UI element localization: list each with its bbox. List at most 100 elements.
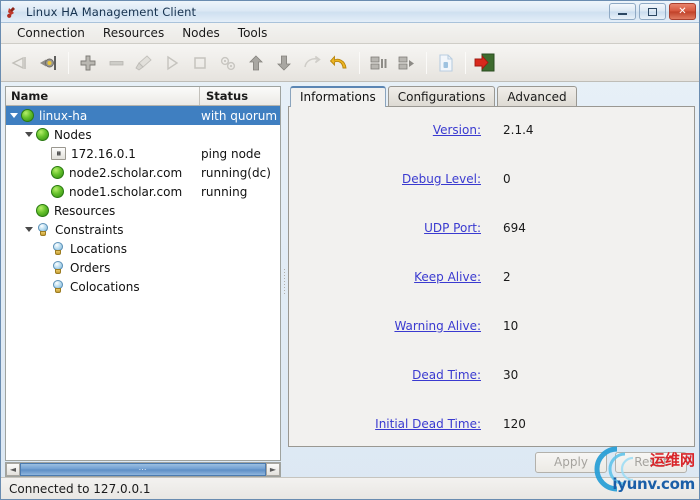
- menu-tools[interactable]: Tools: [230, 24, 276, 42]
- menu-connection[interactable]: Connection: [9, 24, 93, 42]
- remove-icon[interactable]: [102, 49, 130, 77]
- app-icon: [6, 5, 20, 19]
- scroll-thumb[interactable]: ⋯: [20, 463, 266, 476]
- close-button[interactable]: ✕: [669, 3, 696, 20]
- connect-icon[interactable]: [7, 49, 35, 77]
- tab-advanced[interactable]: Advanced: [497, 86, 577, 107]
- start-play-icon[interactable]: [158, 49, 186, 77]
- exit-door-icon[interactable]: [471, 49, 499, 77]
- menu-bar: Connection Resources Nodes Tools: [1, 23, 699, 44]
- cleanup-brush-icon[interactable]: [130, 49, 158, 77]
- close-icon: ✕: [678, 5, 687, 17]
- tree-row-nodes[interactable]: Nodes: [6, 125, 280, 144]
- move-up-icon[interactable]: [242, 49, 270, 77]
- tree-column-headers: Name Status: [6, 87, 280, 106]
- expander-linux-ha[interactable]: [6, 113, 21, 118]
- unmigrate-undo-icon[interactable]: [326, 49, 354, 77]
- tree-row-locations[interactable]: Locations: [6, 239, 280, 258]
- field-label-version[interactable]: Version:: [289, 123, 481, 137]
- tree-label: linux-ha: [39, 108, 88, 123]
- field-row-debug-level: Debug Level: 0: [289, 172, 694, 221]
- field-value-initial-dead-time: 120: [503, 417, 526, 431]
- scroll-track[interactable]: ⋯: [20, 463, 266, 476]
- field-row-udp-port: UDP Port: 694: [289, 221, 694, 270]
- tree-row-linux-ha[interactable]: linux-ha with quorum: [6, 106, 280, 125]
- toolbar-separator-4: [465, 51, 466, 74]
- manage-gears-icon[interactable]: [214, 49, 242, 77]
- field-value-keep-alive: 2: [503, 270, 511, 284]
- toolbar-separator: [68, 51, 69, 74]
- field-row-keep-alive: Keep Alive: 2: [289, 270, 694, 319]
- minimize-button[interactable]: [609, 3, 636, 20]
- tree-row-node1[interactable]: node1.scholar.com running: [6, 182, 280, 201]
- ping-node-icon: ▦: [51, 147, 66, 160]
- application-window: Linux HA Management Client ✕ Connection …: [0, 0, 700, 500]
- column-header-status[interactable]: Status: [200, 87, 280, 105]
- tree-row-resources[interactable]: Resources: [6, 201, 280, 220]
- green-ball-icon: [21, 109, 34, 122]
- tab-strip: Informations Configurations Advanced: [288, 86, 695, 107]
- tree-horizontal-scrollbar[interactable]: ◄ ⋯ ►: [5, 462, 281, 477]
- green-ball-icon: [51, 166, 64, 179]
- field-label-udp-port[interactable]: UDP Port:: [289, 221, 481, 235]
- tree-label: Orders: [70, 260, 111, 275]
- tree-row-constraints[interactable]: Constraints: [6, 220, 280, 239]
- menu-nodes[interactable]: Nodes: [174, 24, 228, 42]
- field-value-debug-level: 0: [503, 172, 511, 186]
- tree-row-orders[interactable]: Orders: [6, 258, 280, 277]
- tree-status: running: [201, 184, 248, 199]
- cluster-tree[interactable]: Name Status linux-ha with quorum Nodes ▦…: [5, 86, 281, 461]
- title-bar: Linux HA Management Client ✕: [1, 1, 699, 23]
- expander-nodes[interactable]: [21, 132, 36, 137]
- move-down-icon[interactable]: [270, 49, 298, 77]
- apply-button[interactable]: Apply: [535, 451, 607, 473]
- document-icon[interactable]: [432, 49, 460, 77]
- scroll-grip-icon: ⋯: [138, 465, 148, 474]
- field-label-dead-time[interactable]: Dead Time:: [289, 368, 481, 382]
- status-text: Connected to 127.0.0.1: [9, 481, 151, 496]
- tree-row-node2[interactable]: node2.scholar.com running(dc): [6, 163, 280, 182]
- tree-pane: Name Status linux-ha with quorum Nodes ▦…: [5, 86, 281, 477]
- stop-square-icon[interactable]: [186, 49, 214, 77]
- tree-label: 172.16.0.1: [71, 146, 136, 161]
- add-icon[interactable]: [74, 49, 102, 77]
- main-split: Name Status linux-ha with quorum Nodes ▦…: [1, 82, 699, 477]
- standby-icon[interactable]: [365, 49, 393, 77]
- tree-row-colocations[interactable]: Colocations: [6, 277, 280, 296]
- field-label-initial-dead-time[interactable]: Initial Dead Time:: [289, 417, 481, 431]
- green-ball-icon: [51, 185, 64, 198]
- reset-button[interactable]: Reset: [615, 451, 687, 473]
- disconnect-plug-icon[interactable]: [35, 49, 63, 77]
- green-ball-icon: [36, 128, 49, 141]
- lightbulb-icon: [51, 260, 65, 275]
- field-value-udp-port: 694: [503, 221, 526, 235]
- window-title: Linux HA Management Client: [26, 4, 197, 19]
- tab-configurations[interactable]: Configurations: [387, 86, 496, 107]
- toolbar: [1, 44, 699, 82]
- tree-label: Nodes: [54, 127, 92, 142]
- expander-constraints[interactable]: [21, 227, 36, 232]
- tree-row-ping-node[interactable]: ▦ 172.16.0.1 ping node: [6, 144, 280, 163]
- menu-resources[interactable]: Resources: [95, 24, 172, 42]
- migrate-icon[interactable]: [298, 49, 326, 77]
- maximize-button[interactable]: [639, 3, 666, 20]
- tab-informations[interactable]: Informations: [290, 86, 386, 107]
- field-label-warning-alive[interactable]: Warning Alive:: [289, 319, 481, 333]
- tree-rows: linux-ha with quorum Nodes ▦ 172.16.0.1 …: [6, 106, 280, 460]
- green-ball-icon: [36, 204, 49, 217]
- pane-splitter[interactable]: [281, 86, 288, 477]
- field-label-debug-level[interactable]: Debug Level:: [289, 172, 481, 186]
- tree-status: ping node: [201, 146, 261, 161]
- field-value-dead-time: 30: [503, 368, 519, 382]
- scroll-left-icon[interactable]: ◄: [6, 463, 20, 476]
- field-value-version: 2.1.4: [503, 123, 534, 137]
- field-label-keep-alive[interactable]: Keep Alive:: [289, 270, 481, 284]
- tree-label: Constraints: [55, 222, 124, 237]
- scroll-right-icon[interactable]: ►: [266, 463, 280, 476]
- column-header-name[interactable]: Name: [6, 87, 200, 105]
- info-field-list: Version: 2.1.4 Debug Level: 0 UDP Port: …: [289, 107, 694, 446]
- field-row-initial-dead-time: Initial Dead Time: 120: [289, 417, 694, 446]
- tree-label: node1.scholar.com: [69, 184, 183, 199]
- window-controls: ✕: [609, 3, 696, 20]
- active-icon[interactable]: [393, 49, 421, 77]
